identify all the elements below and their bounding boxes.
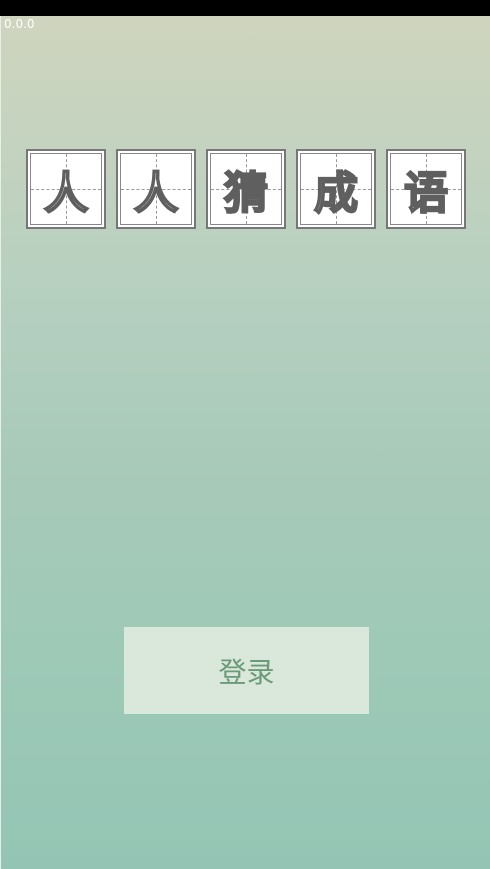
title-char: 成 xyxy=(313,167,359,220)
title-tile: 人 xyxy=(26,149,106,229)
status-bar xyxy=(0,0,490,16)
title-tile: 语 xyxy=(386,149,466,229)
title-tile: 成 xyxy=(296,149,376,229)
login-button[interactable]: 登录 xyxy=(124,627,369,714)
game-screen: 0.0.0 人 人 猜 成 语 登录 xyxy=(0,16,490,869)
title-tile: 人 xyxy=(116,149,196,229)
title-char: 人 xyxy=(133,167,179,220)
version-label: 0.0.0 xyxy=(4,17,35,31)
title-char: 人 xyxy=(43,167,89,220)
title-tile: 猜 xyxy=(206,149,286,229)
title-char: 猜 xyxy=(223,167,269,220)
title-row: 人 人 猜 成 语 xyxy=(1,149,490,231)
title-char: 语 xyxy=(403,167,449,220)
